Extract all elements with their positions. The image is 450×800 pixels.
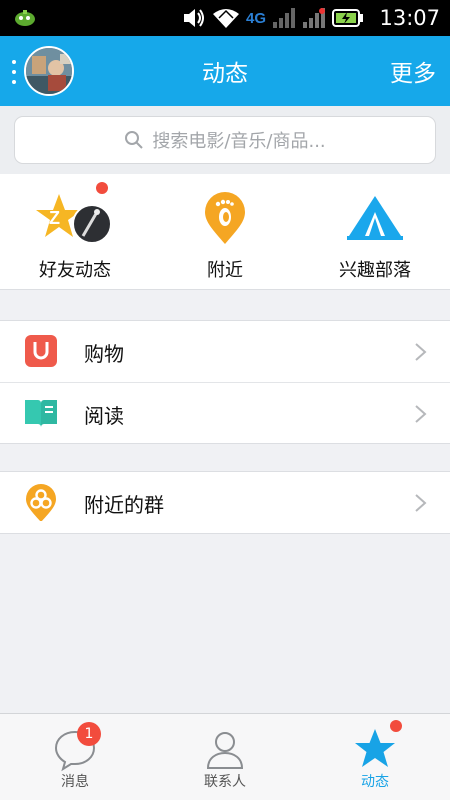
status-bar: 4G 13:07 <box>0 0 450 36</box>
notification-dot <box>96 182 108 194</box>
qzone-star-icon: Z <box>36 194 112 244</box>
network-type-label: 4G <box>245 9 266 27</box>
star-icon <box>355 729 395 767</box>
more-button[interactable]: 更多 <box>390 54 436 88</box>
chevron-right-icon <box>415 494 427 512</box>
page-title: 动态 <box>202 61 248 87</box>
chevron-right-icon <box>415 405 427 423</box>
app-notification-icon <box>15 10 35 26</box>
search-placeholder: 搜索电影/音乐/商品... <box>152 131 326 152</box>
quick-item-friend-feed[interactable]: Z 好友动态 <box>0 174 150 290</box>
group-pin-icon <box>26 484 56 521</box>
tab-contacts[interactable]: 联系人 <box>150 714 300 800</box>
shopping-bag-icon <box>25 335 57 367</box>
tab-dynamics[interactable]: 动态 <box>300 714 450 800</box>
tent-icon <box>347 196 403 240</box>
tab-label: 消息 <box>61 774 89 790</box>
list-item-label: 阅读 <box>84 404 124 428</box>
tab-label: 动态 <box>361 774 389 790</box>
footprint-pin-icon <box>205 192 245 244</box>
quick-entry-grid: Z 好友动态 附近 兴趣部落 <box>0 174 450 290</box>
header-bar: 动态 更多 <box>0 36 450 106</box>
notification-dot <box>390 720 402 732</box>
bottom-tab-bar: 1 消息 联系人 动态 <box>0 713 450 800</box>
battery-charging-icon <box>332 9 363 27</box>
list-item-shopping[interactable]: 购物 <box>0 321 450 382</box>
search-icon <box>125 131 144 149</box>
contact-person-icon <box>206 732 244 769</box>
list-group-nearby: 附近的群 <box>0 471 450 534</box>
list-group-services: 购物 阅读 <box>0 320 450 444</box>
quick-item-label: 兴趣部落 <box>339 260 411 281</box>
list-item-label: 附近的群 <box>84 493 164 517</box>
svg-text:Z: Z <box>49 208 60 228</box>
wifi-icon <box>212 9 239 28</box>
list-item-nearby-groups[interactable]: 附近的群 <box>0 472 450 533</box>
chevron-right-icon <box>415 343 427 361</box>
clock: 13:07 <box>379 6 440 30</box>
book-icon <box>25 400 57 427</box>
list-item-reading[interactable]: 阅读 <box>0 382 450 443</box>
search-input[interactable]: 搜索电影/音乐/商品... <box>14 116 436 164</box>
list-item-label: 购物 <box>84 342 124 366</box>
quick-item-nearby[interactable]: 附近 <box>150 174 300 290</box>
volume-icon <box>183 9 204 27</box>
signal-icon-1 <box>273 8 295 28</box>
unread-badge: 1 <box>77 722 101 746</box>
quick-item-label: 好友动态 <box>39 260 111 281</box>
quick-item-interest-tribe[interactable]: 兴趣部落 <box>300 174 450 290</box>
search-section: 搜索电影/音乐/商品... <box>0 106 450 174</box>
tab-messages[interactable]: 1 消息 <box>0 714 150 800</box>
tab-label: 联系人 <box>204 774 246 790</box>
quick-item-label: 附近 <box>207 260 243 281</box>
signal-icon-2 <box>303 8 325 28</box>
